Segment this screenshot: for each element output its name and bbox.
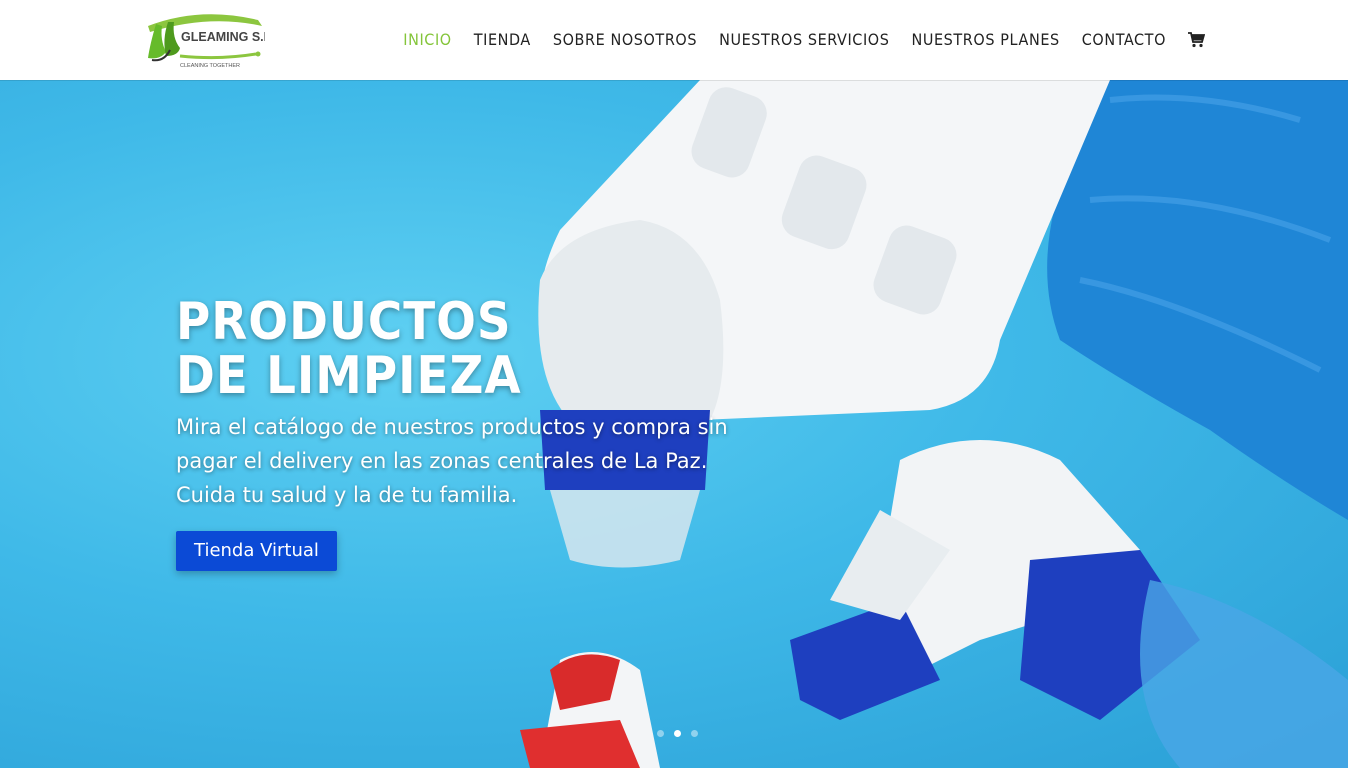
gleaming-logo-icon: GLEAMING S.R.L. CLEANING TOGETHER <box>148 14 265 69</box>
nav-item-tienda[interactable]: TIENDA <box>474 30 531 50</box>
slider-dot-2[interactable] <box>674 730 681 737</box>
nav-item-contacto[interactable]: CONTACTO <box>1082 30 1166 50</box>
slider-pagination <box>652 730 703 737</box>
svg-text:CLEANING TOGETHER: CLEANING TOGETHER <box>180 63 240 69</box>
main-nav: INICIO TIENDA SOBRE NOSOTROS NUESTROS SE… <box>381 0 1206 80</box>
hero-slider: PRODUCTOS DE LIMPIEZA Mira el catálogo d… <box>0 80 1348 768</box>
nav-item-sobre-nosotros[interactable]: SOBRE NOSOTROS <box>553 30 697 50</box>
tienda-virtual-button[interactable]: Tienda Virtual <box>176 531 337 571</box>
slider-dot-3[interactable] <box>691 730 698 737</box>
shopping-cart-icon[interactable] <box>1188 31 1206 49</box>
hero-title: PRODUCTOS DE LIMPIEZA <box>176 292 522 406</box>
nav-item-nuestros-planes[interactable]: NUESTROS PLANES <box>911 30 1059 50</box>
nav-item-inicio[interactable]: INICIO <box>403 30 451 50</box>
slider-dot-1[interactable] <box>657 730 664 737</box>
site-logo[interactable]: GLEAMING S.R.L. CLEANING TOGETHER <box>140 8 265 72</box>
nav-item-nuestros-servicios[interactable]: NUESTROS SERVICIOS <box>719 30 889 50</box>
site-header: GLEAMING S.R.L. CLEANING TOGETHER INICIO… <box>0 0 1348 80</box>
svg-text:GLEAMING S.R.L.: GLEAMING S.R.L. <box>181 30 265 44</box>
hero-description: Mira el catálogo de nuestros productos y… <box>176 415 728 507</box>
